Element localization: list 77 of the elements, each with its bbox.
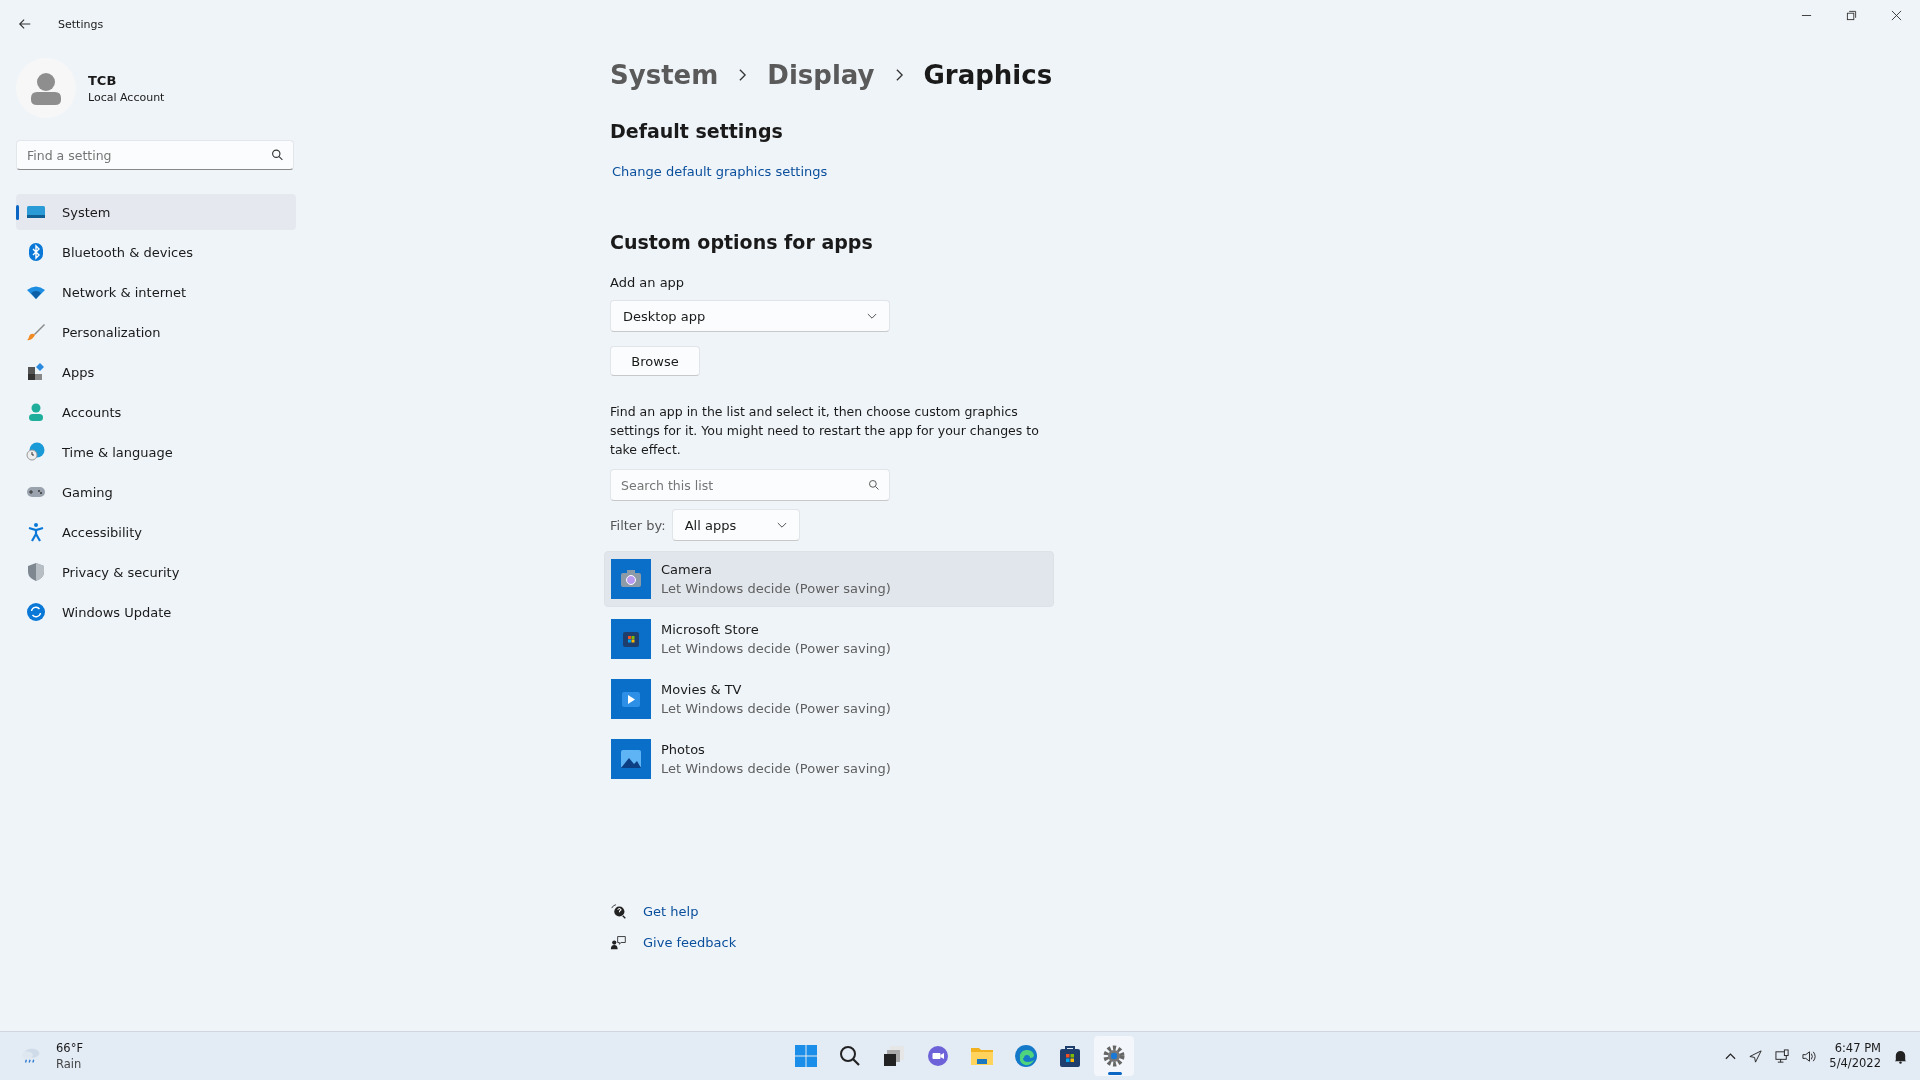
sidebar-item[interactable]: Network & internet [16,274,296,310]
filter-label: Filter by: [610,517,666,533]
sidebar-item[interactable]: Privacy & security [16,554,296,590]
app-setting: Let Windows decide (Power saving) [661,581,891,596]
feedback-icon [610,934,627,951]
notification-bell-icon[interactable] [1893,1048,1908,1064]
sidebar-item[interactable]: Time & language [16,434,296,470]
sidebar-item[interactable]: Apps [16,354,296,390]
gear-icon [1102,1044,1126,1068]
temperature: 66°F [56,1041,83,1055]
selection-indicator [16,205,19,220]
sidebar-item[interactable]: Personalization [16,314,296,350]
clock-time[interactable]: 6:47 PM [1829,1041,1881,1056]
app-name: Camera [661,562,714,577]
search-field[interactable]: Find a setting [16,140,294,170]
search-icon [271,148,284,162]
app-list-item[interactable]: Camera Let Windows decide (Power saving) [604,551,1054,607]
app-setting: Let Windows decide (Power saving) [661,701,891,716]
search-icon [868,479,880,491]
chevron-down-icon [867,312,877,320]
section-heading: Default settings [610,120,783,142]
account-name: TCB [88,72,118,88]
chevron-down-icon [776,521,787,529]
sidebar-item[interactable]: Accounts [16,394,296,430]
section-heading: Custom options for apps [610,231,873,253]
app-setting: Let Windows decide (Power saving) [661,761,891,776]
app-type-dropdown[interactable]: Desktop app [610,300,890,332]
close-icon[interactable] [1891,10,1902,21]
get-help-link[interactable]: Get help [643,904,699,919]
apps-icon [26,362,46,382]
weather-condition: Rain [56,1057,83,1071]
volume-icon[interactable] [1802,1048,1818,1064]
account-type: Local Account [88,90,165,104]
chevron-right-icon [738,68,748,82]
avatar-icon [16,58,76,118]
chevron-up-icon[interactable] [1725,1052,1737,1060]
breadcrumb-item[interactable]: Display [767,60,875,90]
app-setting: Let Windows decide (Power saving) [661,641,891,656]
graphics-settings-link[interactable]: Change default graphics settings [612,164,828,179]
play-icon [611,679,651,719]
globe-clock-icon [26,442,46,462]
window-title: Settings [58,17,104,31]
clock-date[interactable]: 5/4/2022 [1829,1056,1881,1071]
breadcrumb-item: Graphics [923,60,1053,90]
accessibility-icon [26,522,46,542]
app-list-item[interactable]: Microsoft Store Let Windows decide (Power saving) [604,611,1054,667]
camera-icon [611,559,651,599]
search-list-field[interactable]: Search this list [610,469,890,501]
sidebar-item[interactable]: Accessibility [16,514,296,550]
add-app-label: Add an app [610,275,685,290]
network-icon[interactable] [1775,1048,1791,1064]
taskbar-settings-button[interactable] [1094,1036,1134,1076]
sidebar-item[interactable]: Gaming [16,474,296,510]
shield-icon [26,562,46,582]
give-feedback-link[interactable]: Give feedback [643,935,737,950]
store-icon [611,619,651,659]
photo-icon [611,739,651,779]
sidebar-item[interactable]: Windows Update [16,594,296,630]
breadcrumb-item[interactable]: System [610,60,719,90]
person-icon [26,402,46,422]
bluetooth-icon [26,242,46,262]
update-icon [26,602,46,622]
app-list-item[interactable]: Photos Let Windows decide (Power saving) [604,731,1054,787]
sidebar-item[interactable]: System [16,194,296,230]
brush-icon [26,322,46,342]
sidebar-item[interactable]: Bluetooth & devices [16,234,296,270]
help-icon [610,903,627,920]
app-name: Photos [661,742,706,757]
chevron-right-icon [894,68,904,82]
back-icon[interactable] [18,17,32,31]
description-text: Find an app in the list and select it, then choose custom graphics settings for it. You might need to restart the app for your changes to take effect. [610,403,1040,459]
app-list-item[interactable]: Movies & TV Let Windows decide (Power saving) [604,671,1054,727]
app-name: Movies & TV [661,682,743,697]
browse-button[interactable]: Browse [610,346,700,376]
restore-icon[interactable] [1846,10,1857,21]
app-name: Microsoft Store [661,622,760,637]
filter-dropdown[interactable]: All apps [671,509,800,541]
